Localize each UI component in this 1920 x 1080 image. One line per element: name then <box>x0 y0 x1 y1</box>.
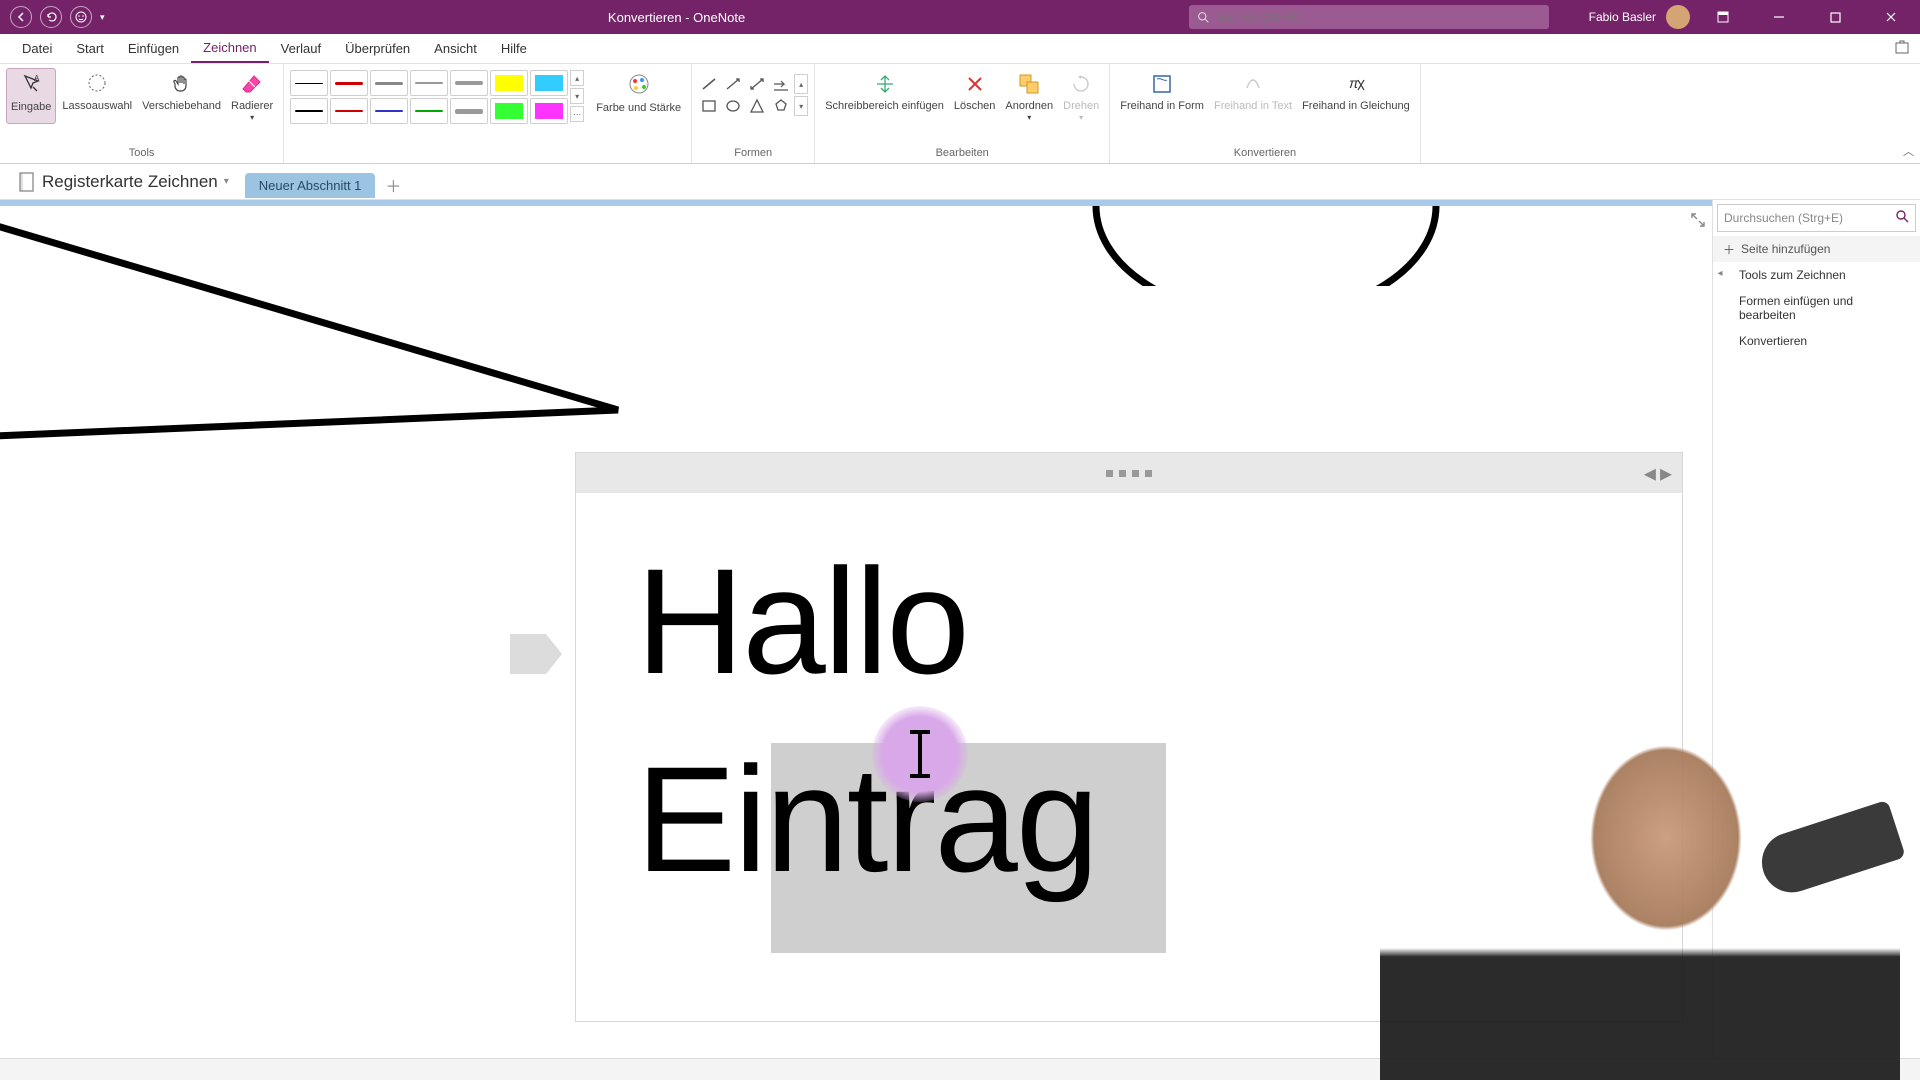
ellipse-shape[interactable] <box>1086 206 1446 286</box>
drag-dots-icon <box>1106 470 1152 477</box>
menu-start[interactable]: Start <box>64 34 115 63</box>
minimize-icon[interactable] <box>1756 0 1802 34</box>
color-thickness-button[interactable]: Farbe und Stärke <box>592 70 685 117</box>
page-search[interactable]: Durchsuchen (Strg+E) <box>1717 204 1916 232</box>
maximize-icon[interactable] <box>1812 0 1858 34</box>
note-next-icon[interactable]: ▸ <box>1660 459 1672 488</box>
group-tools-label: Tools <box>129 147 155 161</box>
triangle-shape[interactable] <box>0 210 630 450</box>
add-section-button[interactable]: ＋ <box>381 173 405 197</box>
note-line-2[interactable]: Eintrag <box>636 741 1622 899</box>
delete-button[interactable]: Löschen <box>950 68 1000 124</box>
svg-text:π: π <box>1349 75 1359 91</box>
ink-to-text-button: Freihand in Text <box>1210 68 1296 115</box>
share-icon[interactable] <box>1894 39 1920 58</box>
page-panel: Durchsuchen (Strg+E) ＋ Seite hinzufügen … <box>1712 200 1920 1080</box>
chevron-down-icon: ▾ <box>224 176 229 187</box>
search-input[interactable] <box>1218 10 1541 24</box>
shapes-more[interactable]: ▴▾ <box>794 74 808 116</box>
group-bearbeiten-label: Bearbeiten <box>936 147 989 161</box>
search-icon <box>1896 210 1909 226</box>
search-icon <box>1197 11 1210 24</box>
notebook-icon <box>18 172 36 192</box>
ribbon: AEingabe Lassoauswahl Verschiebehand Rad… <box>0 64 1920 164</box>
workspace: ◂ ▸ Hallo Eintrag Durchsuchen (Strg+E) ＋… <box>0 200 1920 1080</box>
arrange-button[interactable]: Anordnen▾ <box>1001 68 1057 124</box>
rotate-button: Drehen▾ <box>1059 68 1103 124</box>
add-page-button[interactable]: ＋ Seite hinzufügen <box>1713 236 1920 262</box>
ribbon-display-icon[interactable] <box>1700 0 1746 34</box>
pen-gallery[interactable] <box>290 70 568 124</box>
window-title: Konvertieren - OneNote <box>165 10 1189 25</box>
status-bar <box>0 1058 1920 1080</box>
avatar[interactable] <box>1666 5 1690 29</box>
qat-more-icon[interactable]: ▾ <box>100 12 105 23</box>
group-formen-label: Formen <box>734 147 772 161</box>
note-container[interactable]: ◂ ▸ Hallo Eintrag <box>575 452 1683 1022</box>
menu-bar: Datei Start Einfügen Zeichnen Verlauf Üb… <box>0 34 1920 64</box>
search-box[interactable] <box>1189 5 1549 29</box>
text-cursor-icon <box>918 730 922 778</box>
cursor-highlight <box>872 706 968 802</box>
plus-icon: ＋ <box>1723 241 1735 258</box>
svg-text:A: A <box>34 74 40 83</box>
tool-radierer[interactable]: Radierer▾ <box>227 68 277 124</box>
shapes-gallery[interactable] <box>698 74 792 116</box>
ink-to-math-button[interactable]: πFreihand in Gleichung <box>1298 68 1414 115</box>
title-bar: ▾ Konvertieren - OneNote Fabio Basler <box>0 0 1920 34</box>
undo-icon[interactable] <box>40 6 62 28</box>
menu-zeichnen[interactable]: Zeichnen <box>191 34 268 63</box>
fullscreen-icon[interactable] <box>1690 212 1708 230</box>
note-tag-icon[interactable] <box>506 630 566 678</box>
group-konvertieren-label: Konvertieren <box>1234 147 1296 161</box>
note-line-1[interactable]: Hallo <box>636 543 1622 701</box>
collapse-pages-icon[interactable]: ◂ <box>1717 268 1722 279</box>
note-drag-handle[interactable]: ◂ ▸ <box>576 453 1682 493</box>
ink-to-shape-button[interactable]: Freihand in Form <box>1116 68 1208 115</box>
insert-space-button[interactable]: Schreibbereich einfügen <box>821 68 948 124</box>
menu-datei[interactable]: Datei <box>10 34 64 63</box>
tool-lasso[interactable]: Lassoauswahl <box>58 68 136 124</box>
section-tab[interactable]: Neuer Abschnitt 1 <box>245 173 376 198</box>
note-prev-icon[interactable]: ◂ <box>1644 459 1656 488</box>
user-name[interactable]: Fabio Basler <box>1589 10 1656 24</box>
close-icon[interactable] <box>1868 0 1914 34</box>
tool-eingabe[interactable]: AEingabe <box>6 68 56 124</box>
collapse-ribbon-icon[interactable]: ︿ <box>1903 143 1914 159</box>
emoji-icon[interactable] <box>70 6 92 28</box>
section-tabs: Registerkarte Zeichnen ▾ Neuer Abschnitt… <box>0 164 1920 200</box>
back-icon[interactable] <box>10 6 32 28</box>
menu-einfuegen[interactable]: Einfügen <box>116 34 191 63</box>
notebook-dropdown[interactable]: Registerkarte Zeichnen ▾ <box>8 168 239 196</box>
pen-gallery-more[interactable]: ▴▾⋯ <box>570 70 584 122</box>
tool-hand[interactable]: Verschiebehand <box>138 68 225 124</box>
menu-ueberpruefen[interactable]: Überprüfen <box>333 34 422 63</box>
menu-ansicht[interactable]: Ansicht <box>422 34 489 63</box>
menu-verlauf[interactable]: Verlauf <box>269 34 333 63</box>
page-item[interactable]: Tools zum Zeichnen <box>1727 262 1920 288</box>
page-item[interactable]: Formen einfügen und bearbeiten <box>1727 288 1920 328</box>
menu-hilfe[interactable]: Hilfe <box>489 34 539 63</box>
canvas[interactable]: ◂ ▸ Hallo Eintrag <box>0 200 1712 1080</box>
page-item[interactable]: Konvertieren <box>1727 328 1920 354</box>
